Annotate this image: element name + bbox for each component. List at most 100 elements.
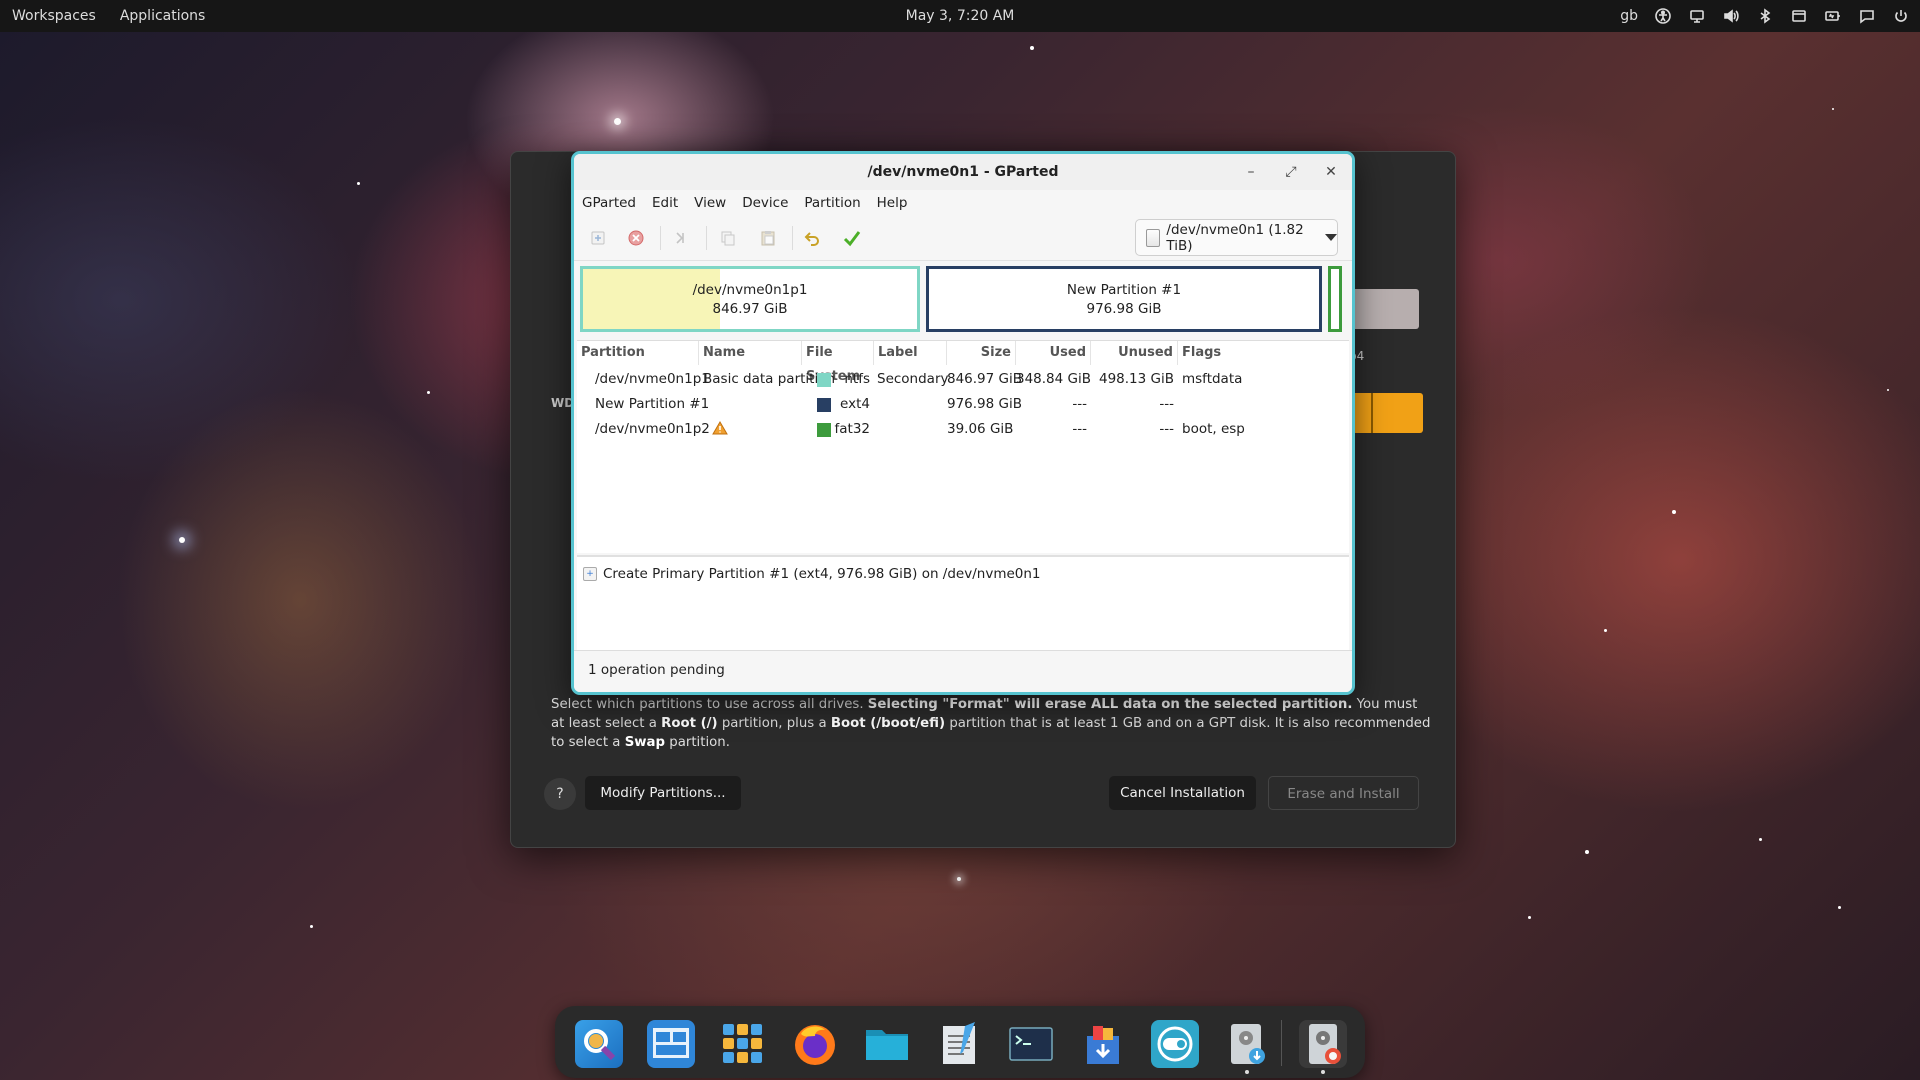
star — [1887, 389, 1889, 391]
partition-block-new[interactable]: New Partition #1 976.98 GiB — [926, 266, 1322, 332]
erase-and-install-button[interactable]: Erase and Install — [1268, 776, 1419, 810]
dock — [555, 1006, 1365, 1078]
modify-partitions-button[interactable]: Modify Partitions... — [585, 776, 741, 810]
cell-partition: New Partition #1 — [595, 396, 710, 412]
new-partition-icon[interactable] — [586, 226, 610, 250]
cell-flags: msftdata — [1182, 371, 1243, 387]
pending-operation-text: Create Primary Partition #1 (ext4, 976.9… — [603, 566, 1041, 582]
cell-size: 976.98 GiB — [947, 396, 1023, 412]
window-title: /dev/nvme0n1 - GParted — [574, 154, 1352, 190]
column-header-used[interactable]: Used — [1016, 341, 1091, 365]
cancel-installation-button[interactable]: Cancel Installation — [1109, 776, 1256, 810]
gparted-icon[interactable] — [1299, 1020, 1347, 1068]
text-editor-icon[interactable] — [935, 1020, 983, 1068]
gparted-window: /dev/nvme0n1 - GParted – ⤢ ✕ GParted Edi… — [571, 151, 1355, 695]
running-indicator — [1321, 1070, 1325, 1074]
device-selector-label: /dev/nvme0n1 (1.82 TiB) — [1166, 221, 1304, 254]
cell-label: Secondary — [877, 371, 949, 387]
table-row[interactable]: New Partition #1 ext4 976.98 GiB --- --- — [577, 392, 1349, 417]
partition-block-size: 846.97 GiB — [712, 301, 788, 317]
menu-bar: GParted Edit View Device Partition Help — [574, 190, 1352, 216]
menu-gparted[interactable]: GParted — [574, 195, 644, 211]
installer-description: Select which partitions to use across al… — [551, 697, 1431, 750]
menu-edit[interactable]: Edit — [644, 195, 686, 211]
copy-icon[interactable] — [716, 226, 740, 250]
table-row[interactable]: /dev/nvme0n1p1 Basic data partition ntfs… — [577, 367, 1349, 392]
applications-button[interactable]: Applications — [120, 8, 206, 24]
star — [1672, 510, 1676, 514]
column-header-unused[interactable]: Unused — [1091, 341, 1178, 365]
files-icon[interactable] — [863, 1020, 911, 1068]
cell-partition: /dev/nvme0n1p1 — [595, 371, 710, 387]
device-selector[interactable]: /dev/nvme0n1 (1.82 TiB) — [1135, 219, 1338, 256]
star — [1030, 46, 1034, 50]
terminal-icon[interactable] — [1007, 1020, 1055, 1068]
apply-icon[interactable] — [840, 226, 864, 250]
table-row[interactable]: /dev/nvme0n1p2 fat32 39.06 GiB --- --- b… — [577, 417, 1349, 442]
search-app-icon[interactable] — [575, 1020, 623, 1068]
resize-move-icon[interactable] — [670, 226, 694, 250]
dock-separator — [1281, 1020, 1282, 1066]
screen-icon[interactable] — [1790, 7, 1808, 25]
menu-device[interactable]: Device — [734, 195, 796, 211]
star — [614, 118, 621, 125]
column-header-label[interactable]: Label — [874, 341, 947, 365]
power-icon[interactable] — [1892, 7, 1910, 25]
notification-icon[interactable] — [1858, 7, 1876, 25]
cell-flags: boot, esp — [1182, 421, 1245, 437]
keyboard-layout-indicator[interactable]: gb — [1620, 8, 1638, 24]
app-grid-icon[interactable] — [719, 1020, 767, 1068]
close-button[interactable]: ✕ — [1319, 160, 1343, 184]
star — [1528, 916, 1531, 919]
settings-app-icon[interactable] — [1151, 1020, 1199, 1068]
workspaces-app-icon[interactable] — [647, 1020, 695, 1068]
column-header-partition[interactable]: Partition — [577, 341, 699, 365]
delete-icon[interactable] — [624, 226, 648, 250]
volume-icon[interactable] — [1722, 7, 1740, 25]
cell-unused: --- — [1159, 421, 1174, 437]
minimize-button[interactable]: – — [1239, 160, 1263, 184]
cell-unused: 498.13 GiB — [1098, 371, 1174, 387]
workspaces-button[interactable]: Workspaces — [12, 8, 96, 24]
paste-icon[interactable] — [756, 226, 780, 250]
partition-block-nvme0n1p2[interactable] — [1328, 266, 1342, 332]
partition-block-nvme0n1p1[interactable]: /dev/nvme0n1p1 846.97 GiB — [580, 266, 920, 332]
maximize-button[interactable]: ⤢ — [1279, 160, 1303, 184]
column-header-flags[interactable]: Flags — [1178, 341, 1349, 365]
star — [1759, 838, 1762, 841]
pending-operations-list: + Create Primary Partition #1 (ext4, 976… — [577, 555, 1349, 652]
help-button[interactable]: ? — [544, 778, 576, 810]
partition-table: Partition Name File System Label Size Us… — [577, 340, 1349, 553]
status-bar: 1 operation pending — [574, 650, 1352, 692]
pending-operation-item[interactable]: + Create Primary Partition #1 (ext4, 976… — [583, 566, 1041, 582]
firefox-icon[interactable] — [791, 1020, 839, 1068]
column-header-size[interactable]: Size — [947, 341, 1016, 365]
cell-used: --- — [1072, 421, 1087, 437]
accessibility-icon[interactable] — [1654, 7, 1672, 25]
installer-icon[interactable] — [1223, 1020, 1271, 1068]
top-panel: May 3, 7:20 AM Workspaces Applications g… — [0, 0, 1920, 32]
menu-partition[interactable]: Partition — [796, 195, 868, 211]
star — [1604, 629, 1607, 632]
toolbar: /dev/nvme0n1 (1.82 TiB) — [574, 216, 1352, 261]
menu-help[interactable]: Help — [869, 195, 916, 211]
warning-icon — [711, 421, 728, 435]
column-header-name[interactable]: Name — [699, 341, 802, 365]
menu-view[interactable]: View — [686, 195, 734, 211]
undo-icon[interactable] — [800, 226, 824, 250]
star — [427, 391, 430, 394]
cell-file-system: ext4 — [840, 396, 870, 412]
cell-file-system: fat32 — [834, 421, 871, 437]
new-partition-icon: + — [583, 567, 597, 581]
column-header-file-system[interactable]: File System — [802, 341, 874, 384]
software-store-icon[interactable] — [1079, 1020, 1127, 1068]
cell-used: 348.84 GiB — [1016, 371, 1092, 387]
cell-file-system: ntfs — [844, 371, 870, 387]
bluetooth-icon[interactable] — [1756, 7, 1774, 25]
star — [1838, 906, 1841, 909]
clock[interactable]: May 3, 7:20 AM — [906, 8, 1015, 24]
partition-block-size: 976.98 GiB — [1086, 301, 1162, 317]
display-icon[interactable] — [1688, 7, 1706, 25]
battery-icon[interactable] — [1824, 7, 1842, 25]
cell-partition: /dev/nvme0n1p2 — [595, 417, 728, 442]
